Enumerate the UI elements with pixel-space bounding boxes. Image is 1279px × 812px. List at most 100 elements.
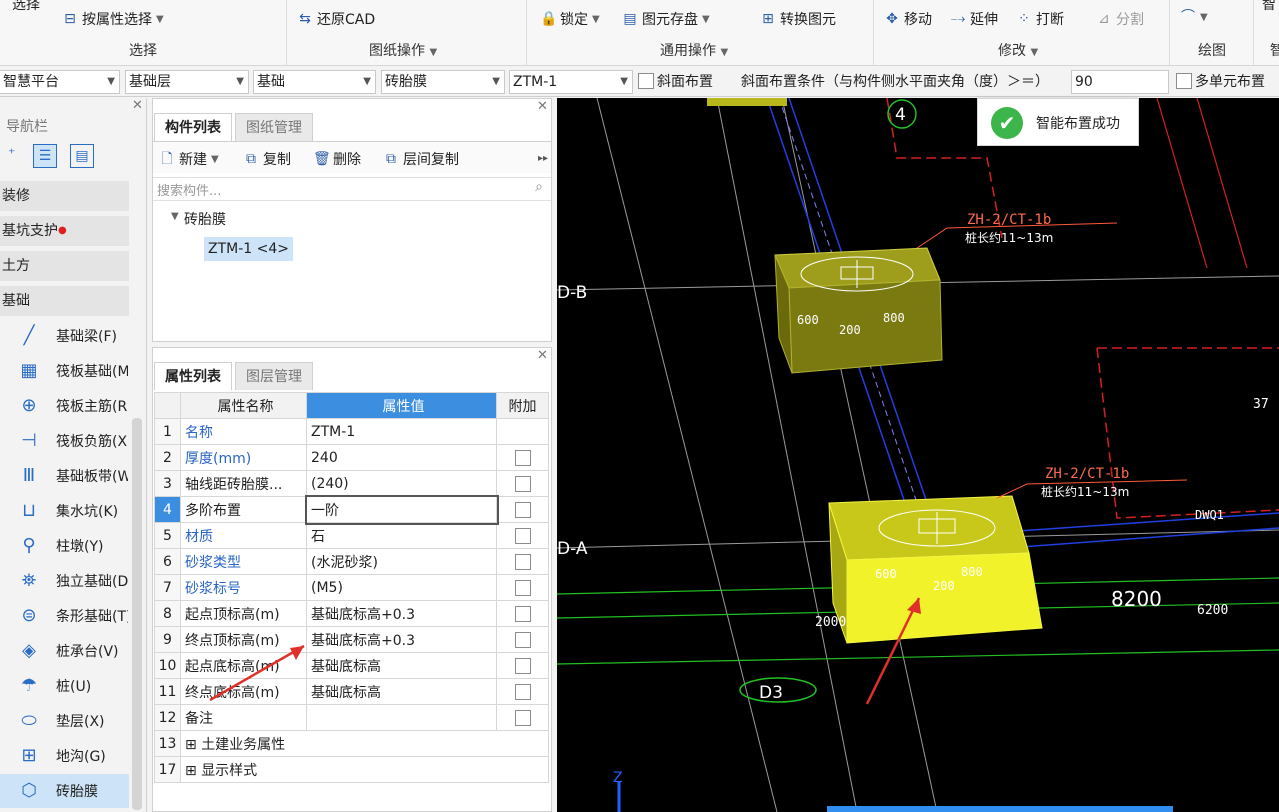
nav-item[interactable]: Ⅲ 基础板带(W) — [0, 459, 129, 493]
property-row[interactable]: 4 多阶布置 一阶 — [154, 494, 549, 525]
cad-viewport[interactable]: 4 D-B D-A D3 ZH-2/CT-1b 桩长约11~13m ZH-2/C… — [557, 98, 1279, 812]
close-icon[interactable]: ✕ — [537, 348, 548, 363]
extra-checkbox[interactable] — [514, 709, 531, 726]
slope-layout-checkbox[interactable] — [638, 73, 654, 89]
select-button[interactable]: 选择 — [12, 0, 40, 14]
split-button[interactable]: ⊿ 分割 — [1096, 9, 1144, 29]
property-row[interactable]: 6 砂浆类型 (水泥砂浆) — [154, 548, 549, 575]
type-combo[interactable]: 砖胎膜 ▼ — [381, 70, 505, 94]
property-row[interactable]: 3 轴线距砖胎膜... (240) — [154, 470, 549, 497]
restore-cad-button[interactable]: ⇆ 还原CAD — [297, 9, 375, 29]
nav-item[interactable]: ⊜ 条形基础(T) — [0, 599, 129, 633]
tab-drawing-management[interactable]: 图纸管理 — [235, 113, 313, 141]
nav-item[interactable]: ◈ 桩承台(V) — [0, 634, 129, 668]
extra-checkbox[interactable] — [514, 683, 531, 700]
property-value[interactable]: 基础底标高+0.3 — [306, 600, 497, 627]
convert-element-button[interactable]: ⊞ 转换图元 — [760, 9, 836, 29]
detail-view-icon[interactable]: ▤ — [70, 144, 94, 168]
property-value[interactable]: (水泥砂浆) — [306, 548, 497, 575]
property-row[interactable]: 5 材质 石 — [154, 522, 549, 549]
property-value[interactable]: 石 — [306, 522, 497, 549]
extra-checkbox[interactable] — [514, 553, 531, 570]
ribbon-group-label-general[interactable]: 通用操作 ▼ — [660, 40, 728, 60]
property-value[interactable]: 基础底标高 — [306, 652, 497, 679]
tree-child-selected[interactable]: ZTM-1 <4> — [204, 237, 293, 261]
nav-item[interactable]: ⬡ 砖胎膜 — [0, 774, 129, 808]
component-combo[interactable]: ZTM-1 ▼ — [509, 70, 633, 94]
property-row[interactable]: 17 ⊞ 显示样式 — [154, 756, 549, 783]
nav-item[interactable]: ☂ 桩(U) — [0, 669, 129, 703]
search-input[interactable]: 搜索构件... ⌕ — [153, 177, 551, 201]
nav-item[interactable]: ⬭ 垫层(X) — [0, 704, 129, 738]
nav-item[interactable]: ⊣ 筏板负筋(X) — [0, 424, 129, 458]
property-value[interactable]: (240) — [306, 470, 497, 497]
red-line-2 — [1196, 98, 1248, 269]
nav-expand-icon[interactable]: ⁺ — [8, 146, 15, 162]
tab-property-list[interactable]: 属性列表 — [154, 362, 232, 390]
extra-checkbox[interactable] — [514, 631, 531, 648]
property-row[interactable]: 2 厚度(mm) 240 — [154, 444, 549, 471]
extra-checkbox[interactable] — [514, 501, 531, 518]
lock-button[interactable]: 🔒 锁定 ▼ — [540, 9, 600, 29]
tab-component-list[interactable]: 构件列表 — [154, 113, 232, 141]
chevron-down-icon[interactable]: ▼ — [171, 211, 179, 222]
ribbon-group-label-drawing[interactable]: 图纸操作 ▼ — [369, 40, 437, 60]
tree-root-label[interactable]: 砖胎膜 — [184, 209, 226, 229]
nav-group-excavation-support[interactable]: 基坑支护● — [0, 216, 129, 246]
nav-item[interactable]: ╱ 基础梁(F) — [0, 319, 129, 353]
overflow-icon[interactable]: ▸▸ — [538, 153, 548, 164]
property-row[interactable]: 13 ⊞ 土建业务属性 — [154, 730, 549, 757]
category-combo[interactable]: 基础 ▼ — [253, 70, 376, 94]
slope-angle-input[interactable]: 90 — [1071, 70, 1169, 94]
nav-item[interactable]: ⛯ 独立基础(D) — [0, 564, 129, 598]
nav-group-decoration[interactable]: 装修 — [0, 181, 129, 211]
extra-checkbox[interactable] — [514, 449, 531, 466]
nav-group-foundation[interactable]: 基础 — [0, 286, 129, 316]
extra-checkbox[interactable] — [514, 657, 531, 674]
save-element-button[interactable]: ▤ 图元存盘 ▼ — [622, 9, 709, 29]
copy-component-button[interactable]: ⧉ 复制 — [243, 149, 291, 169]
property-value[interactable]: ZTM-1 — [306, 418, 497, 445]
property-row[interactable]: 1 名称 ZTM-1 — [154, 418, 549, 445]
nav-item[interactable]: ⚲ 柱墩(Y) — [0, 529, 129, 563]
floor-copy-button[interactable]: ⧉ 层间复制 — [383, 149, 459, 169]
ribbon-overflow-label[interactable]: 智 — [1262, 0, 1276, 14]
cad-drawing[interactable]: 4 D-B D-A D3 ZH-2/CT-1b 桩长约11~13m ZH-2/C… — [557, 98, 1279, 812]
ribbon-group-label-modify[interactable]: 修改 ▼ — [998, 40, 1038, 60]
arc-draw-button[interactable]: ⌒ ▼ — [1180, 9, 1208, 25]
nav-item[interactable]: ⊞ 地沟(G) — [0, 739, 129, 773]
property-value[interactable]: (M5) — [306, 574, 497, 601]
nav-group-earthwork[interactable]: 土方 — [0, 251, 129, 281]
nav-item[interactable]: ⊕ 筏板主筋(R) — [0, 389, 129, 423]
extra-checkbox[interactable] — [514, 605, 531, 622]
break-button[interactable]: ⁘ 打断 — [1016, 9, 1064, 29]
property-name: 砂浆类型 — [180, 548, 307, 575]
new-component-button[interactable]: 🗋 新建 ▼ — [159, 149, 218, 169]
extend-button[interactable]: ⤍ 延伸 — [950, 9, 998, 29]
extra-checkbox[interactable] — [514, 579, 531, 596]
nav-item[interactable]: ⊔ 集水坑(K) — [0, 494, 129, 528]
property-value[interactable]: 一阶 — [304, 494, 499, 525]
property-value[interactable]: 240 — [306, 444, 497, 471]
tab-layer-management[interactable]: 图层管理 — [235, 362, 313, 390]
nav-scrollbar[interactable] — [132, 418, 142, 810]
extra-checkbox[interactable] — [514, 475, 531, 492]
delete-component-button[interactable]: 🗑 删除 — [313, 149, 361, 169]
move-button[interactable]: ✥ 移动 — [884, 9, 932, 29]
list-view-icon[interactable]: ☰ — [33, 144, 57, 168]
layer-combo[interactable]: 基础层 ▼ — [125, 70, 249, 94]
expand-icon[interactable]: ⊞ — [185, 763, 201, 779]
multi-unit-checkbox[interactable] — [1176, 73, 1192, 89]
select-by-attribute-button[interactable]: ⊟ 按属性选择 ▼ — [62, 9, 164, 29]
nav-item[interactable]: ▦ 筏板基础(M) — [0, 354, 129, 388]
close-icon[interactable]: ✕ — [537, 99, 548, 114]
property-value[interactable]: 基础底标高 — [306, 678, 497, 705]
extra-checkbox[interactable] — [514, 527, 531, 544]
property-value[interactable] — [306, 704, 497, 731]
expand-icon[interactable]: ⊞ — [185, 737, 201, 753]
property-row[interactable]: 8 起点顶标高(m) 基础底标高+0.3 — [154, 600, 549, 627]
platform-combo[interactable]: 智慧平台 ▼ — [0, 70, 120, 94]
close-icon[interactable]: ✕ — [132, 98, 143, 113]
property-row[interactable]: 7 砂浆标号 (M5) — [154, 574, 549, 601]
property-value[interactable]: 基础底标高+0.3 — [306, 626, 497, 653]
